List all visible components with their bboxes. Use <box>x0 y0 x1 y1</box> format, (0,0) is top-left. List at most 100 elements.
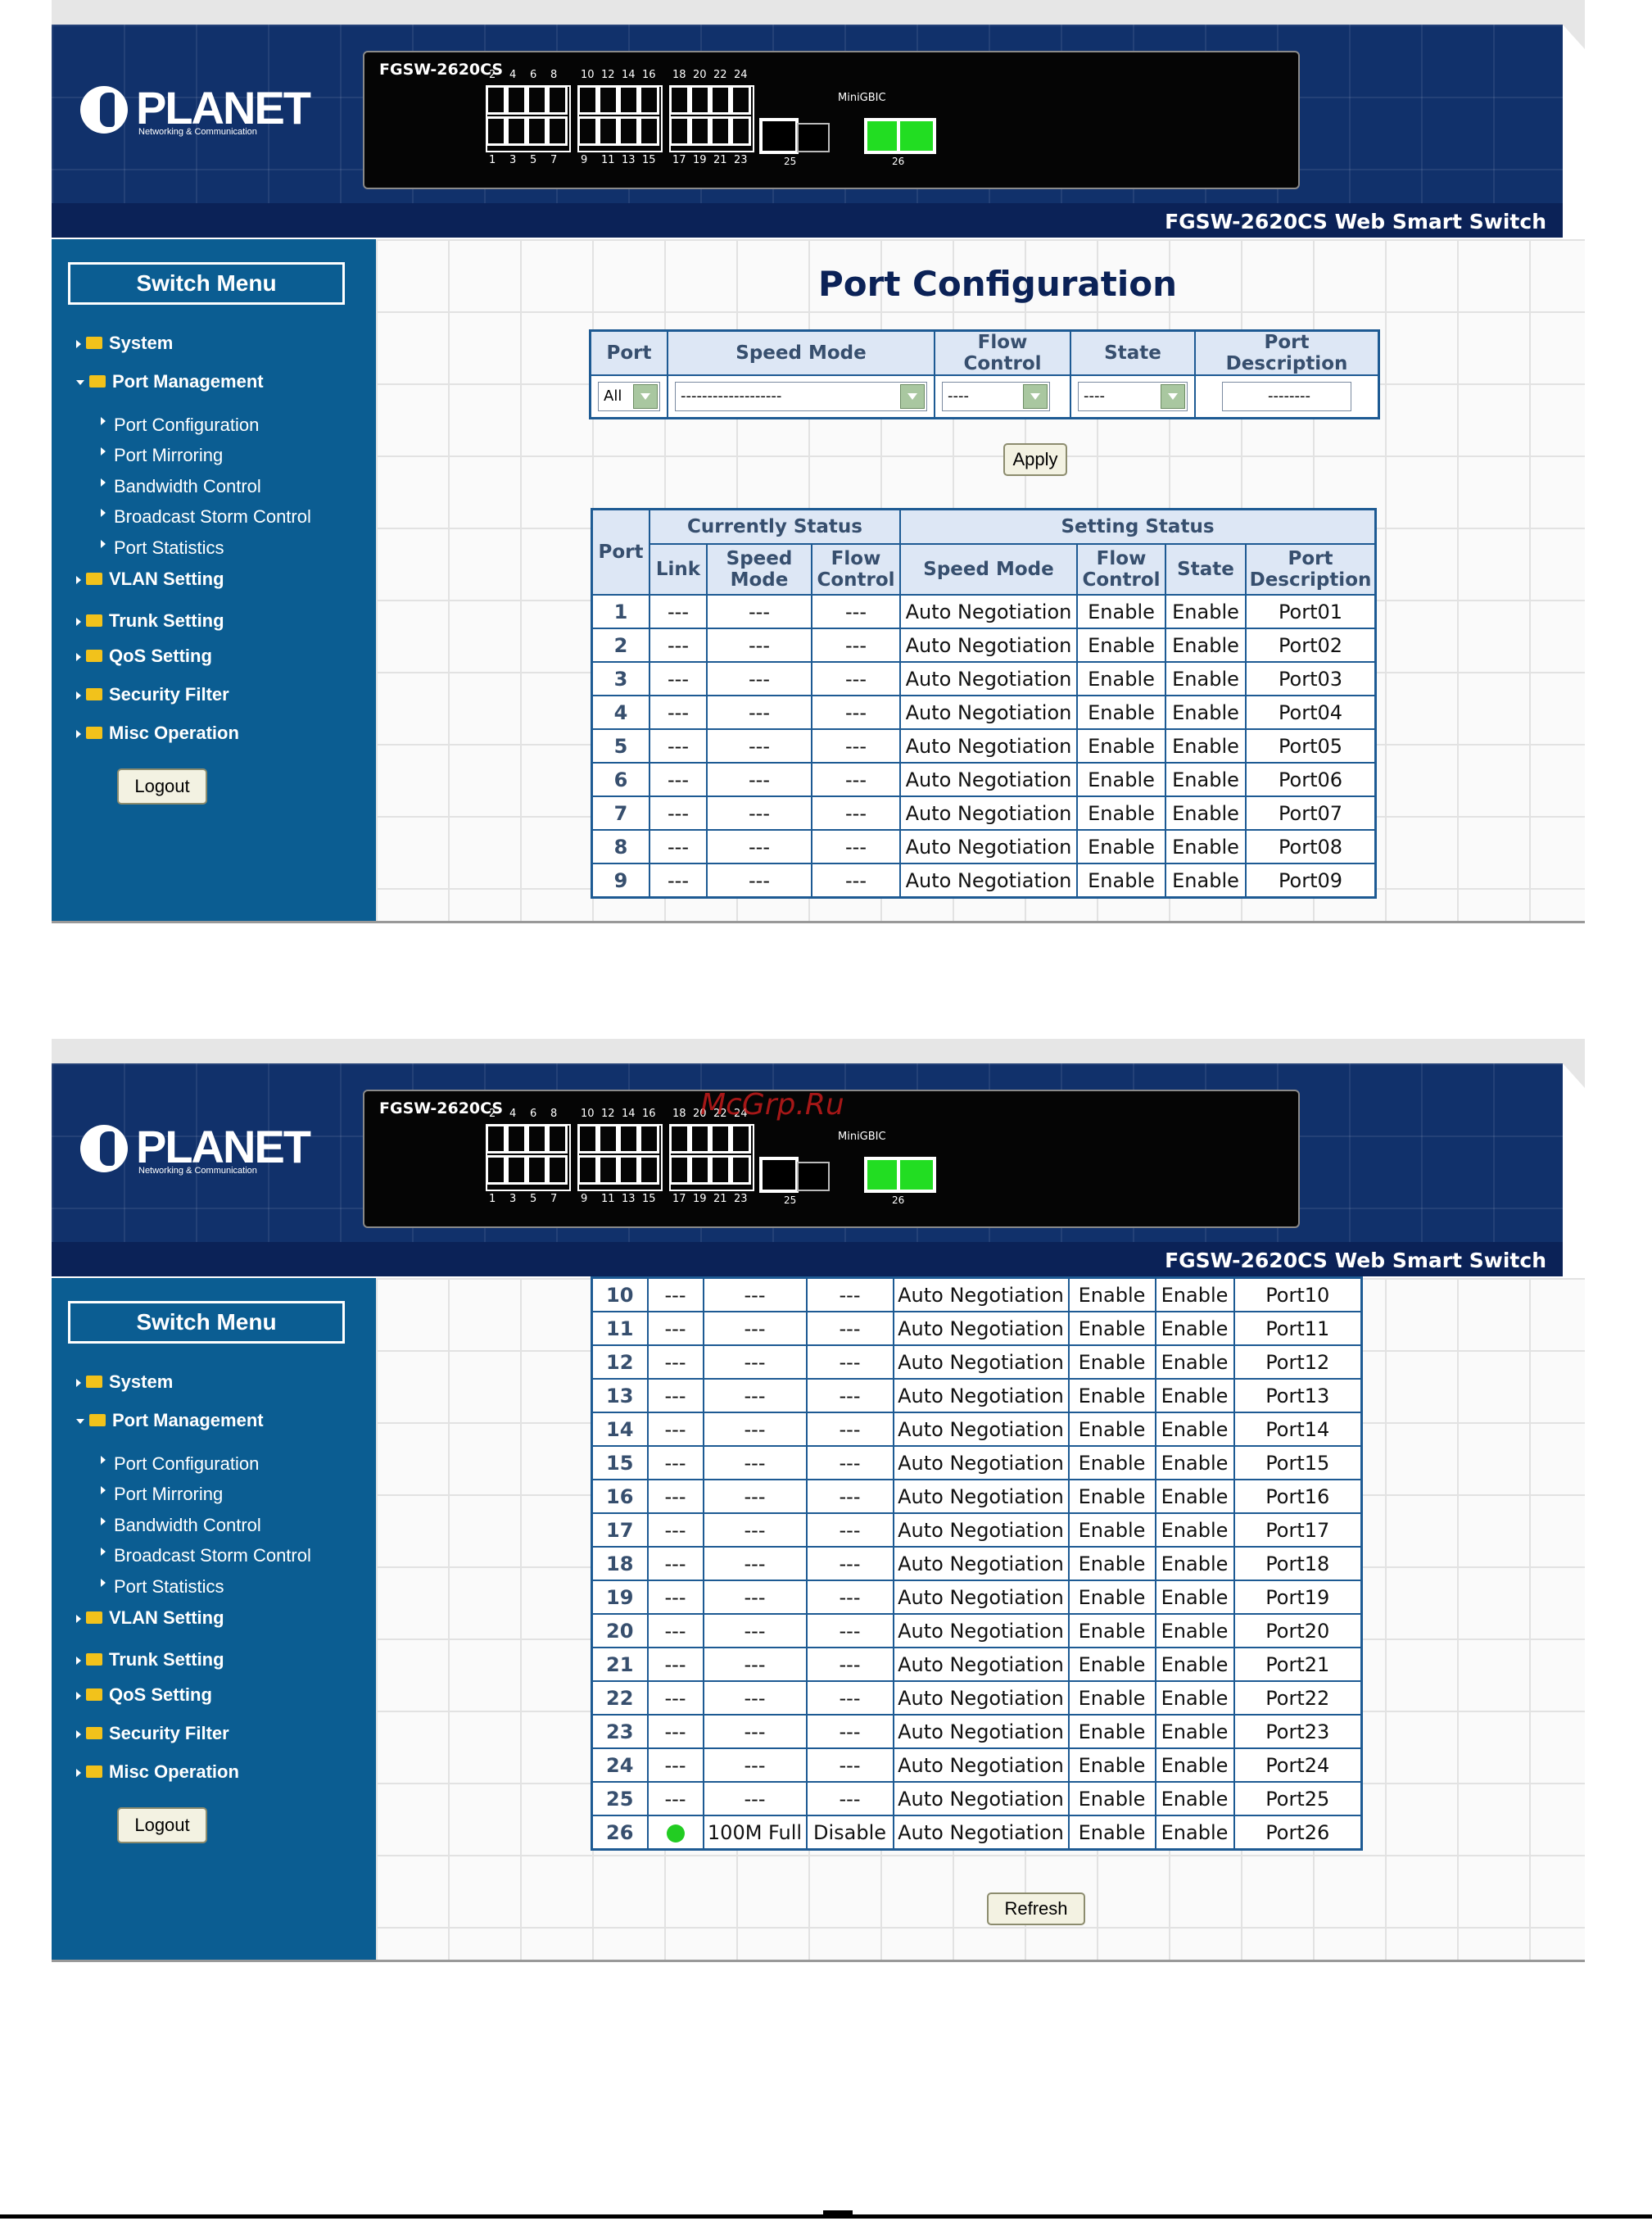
port-group <box>577 85 663 152</box>
sidebar-item-qos-setting[interactable]: QoS Setting <box>76 646 212 667</box>
port-description-cell: Port05 <box>1245 728 1377 764</box>
screenshot-port-configuration-top: PLANET Networking & Communication FGSW-2… <box>52 0 1585 923</box>
rj45-port-icon <box>731 1124 751 1154</box>
port-description-cell: Port08 <box>1245 829 1377 864</box>
sidebar-subitem-port-statistics[interactable]: Port Statistics <box>101 537 224 559</box>
folder-icon <box>86 649 102 662</box>
flow-control-cell: --- <box>805 1714 894 1749</box>
sidebar-subitem-port-configuration[interactable]: Port Configuration <box>101 1453 259 1475</box>
table-row: 18 --- --- --- Auto Negotiation Enable Enable P… <box>591 1546 1363 1581</box>
sidebar-subitem-port-configuration[interactable]: Port Configuration <box>101 415 259 436</box>
sidebar-subitem-port-mirroring[interactable]: Port Mirroring <box>101 445 223 466</box>
port-select[interactable]: All <box>598 382 660 411</box>
sidebar-item-security-filter[interactable]: Security Filter <box>76 684 229 705</box>
link-cell: --- <box>646 1546 704 1581</box>
refresh-button[interactable]: Refresh <box>987 1892 1085 1925</box>
col-state: State <box>1165 543 1247 596</box>
state-cell: Enable <box>1165 628 1247 663</box>
port-number-top: 24 <box>734 69 748 81</box>
port-description-input[interactable]: -------- <box>1222 382 1351 411</box>
chevron-down-icon[interactable] <box>633 384 658 409</box>
chevron-down-icon[interactable] <box>900 384 925 409</box>
sidebar-item-misc-operation[interactable]: Misc Operation <box>76 723 239 744</box>
sidebar-subitem-port-mirroring[interactable]: Port Mirroring <box>101 1484 223 1505</box>
table-row: 5 --- --- --- Auto Negotiation Enable Enable Po… <box>591 728 1377 764</box>
logout-button[interactable]: Logout <box>117 1807 207 1843</box>
sidebar-item-system[interactable]: System <box>76 333 173 354</box>
speed-mode-cell: --- <box>706 863 812 899</box>
speed-mode-cell: --- <box>702 1714 808 1749</box>
state-cell: Enable <box>1154 1445 1235 1480</box>
table-row: 8 --- --- --- Auto Negotiation Enable Enable Po… <box>591 829 1377 864</box>
chevron-down-icon <box>76 1419 84 1425</box>
sidebar-item-security-filter[interactable]: Security Filter <box>76 1723 229 1744</box>
sfp-port-icon <box>897 118 936 154</box>
rj45-port-icon <box>506 116 527 146</box>
port-number-bottom: 3 <box>509 1193 517 1205</box>
sidebar-item-qos-setting[interactable]: QoS Setting <box>76 1684 212 1706</box>
flow-control-cell: --- <box>811 661 901 696</box>
port-description-cell: Port16 <box>1233 1479 1363 1514</box>
flow-control-cell: --- <box>805 1680 894 1716</box>
port-number-top: 20 <box>693 69 707 81</box>
sidebar-item-port-management[interactable]: Port Management <box>76 1410 264 1431</box>
switch-front-panel: FGSW-2620CS 2 4 6 8 10 12 14 16 18 20 22 24 1 3 5 7 9 11 1… <box>363 51 1300 189</box>
sidebar-subitem-port-statistics[interactable]: Port Statistics <box>101 1576 224 1598</box>
port-number-cell: 7 <box>591 795 650 831</box>
port-description-cell: Port21 <box>1233 1647 1363 1682</box>
port-description-cell: Port14 <box>1233 1412 1363 1447</box>
triangle-right-icon <box>101 1579 106 1587</box>
sidebar-item-trunk-setting[interactable]: Trunk Setting <box>76 610 224 632</box>
sidebar-item-vlan-setting[interactable]: VLAN Setting <box>76 569 224 590</box>
speed-mode-cell: --- <box>706 628 812 663</box>
rj45-port-icon <box>486 1155 506 1185</box>
link-cell: --- <box>649 829 708 864</box>
logout-button[interactable]: Logout <box>117 768 207 805</box>
setting-speed-mode-cell: Auto Negotiation <box>892 1412 1070 1447</box>
port-description-input-cell: -------- <box>1194 374 1380 419</box>
table-row: 19 --- --- --- Auto Negotiation Enable Enable P… <box>591 1580 1363 1615</box>
flow-control-cell: Disable <box>805 1815 894 1851</box>
flow-control-select[interactable]: ---- <box>942 382 1050 411</box>
setting-flow-control-cell: Enable <box>1067 1344 1156 1380</box>
speed-mode-cell: --- <box>702 1647 808 1682</box>
sidebar-item-vlan-setting[interactable]: VLAN Setting <box>76 1607 224 1629</box>
chevron-down-icon[interactable] <box>1161 384 1185 409</box>
sidebar-item-trunk-setting[interactable]: Trunk Setting <box>76 1649 224 1670</box>
sidebar-item-port-management[interactable]: Port Management <box>76 371 264 392</box>
folder-icon <box>89 1413 106 1426</box>
link-cell: --- <box>646 1276 704 1312</box>
state-select[interactable]: ---- <box>1078 382 1188 411</box>
setting-flow-control-cell: Enable <box>1067 1512 1156 1548</box>
port-number-cell: 18 <box>591 1546 649 1581</box>
setting-speed-mode-cell: Auto Negotiation <box>892 1445 1070 1480</box>
port-number-top: 10 <box>581 1108 595 1120</box>
port-group <box>486 85 571 152</box>
speed-mode-select[interactable]: ------------------- <box>675 382 927 411</box>
sidebar-subitem-bandwidth-control[interactable]: Bandwidth Control <box>101 476 261 497</box>
sidebar-subitem-broadcast-storm-control[interactable]: Broadcast Storm Control <box>101 1545 311 1566</box>
flow-control-cell: --- <box>811 728 901 764</box>
speed-mode-cell: --- <box>706 829 812 864</box>
sidebar-item-system[interactable]: System <box>76 1371 173 1393</box>
apply-button[interactable]: Apply <box>1003 443 1067 476</box>
port-number-cell: 3 <box>591 661 650 696</box>
sidebar-subitem-broadcast-storm-control[interactable]: Broadcast Storm Control <box>101 506 311 528</box>
chevron-down-icon <box>76 380 84 386</box>
table-row: 12 --- --- --- Auto Negotiation Enable Enable P… <box>591 1344 1363 1380</box>
sidebar-subitem-bandwidth-control[interactable]: Bandwidth Control <box>101 1515 261 1536</box>
sidebar-subitem-label: Port Configuration <box>114 415 260 435</box>
rj45-port-icon <box>669 116 690 146</box>
sidebar-item-label: System <box>109 333 174 353</box>
sidebar-item-misc-operation[interactable]: Misc Operation <box>76 1761 239 1783</box>
table-row: 24 --- --- --- Auto Negotiation Enable Enable P… <box>591 1747 1363 1783</box>
port-number-bottom: 9 <box>581 154 588 166</box>
sfp-port-icon <box>759 118 799 154</box>
setting-flow-control-cell: Enable <box>1067 1479 1156 1514</box>
state-cell: Enable <box>1165 695 1247 730</box>
switch-name: FGSW-2620CS Web Smart Switch <box>1165 1249 1546 1272</box>
chevron-down-icon[interactable] <box>1023 384 1048 409</box>
port-description-cell: Port10 <box>1233 1276 1363 1312</box>
port-number-cell: 11 <box>591 1311 649 1346</box>
port-number-cell: 25 <box>591 1781 649 1816</box>
